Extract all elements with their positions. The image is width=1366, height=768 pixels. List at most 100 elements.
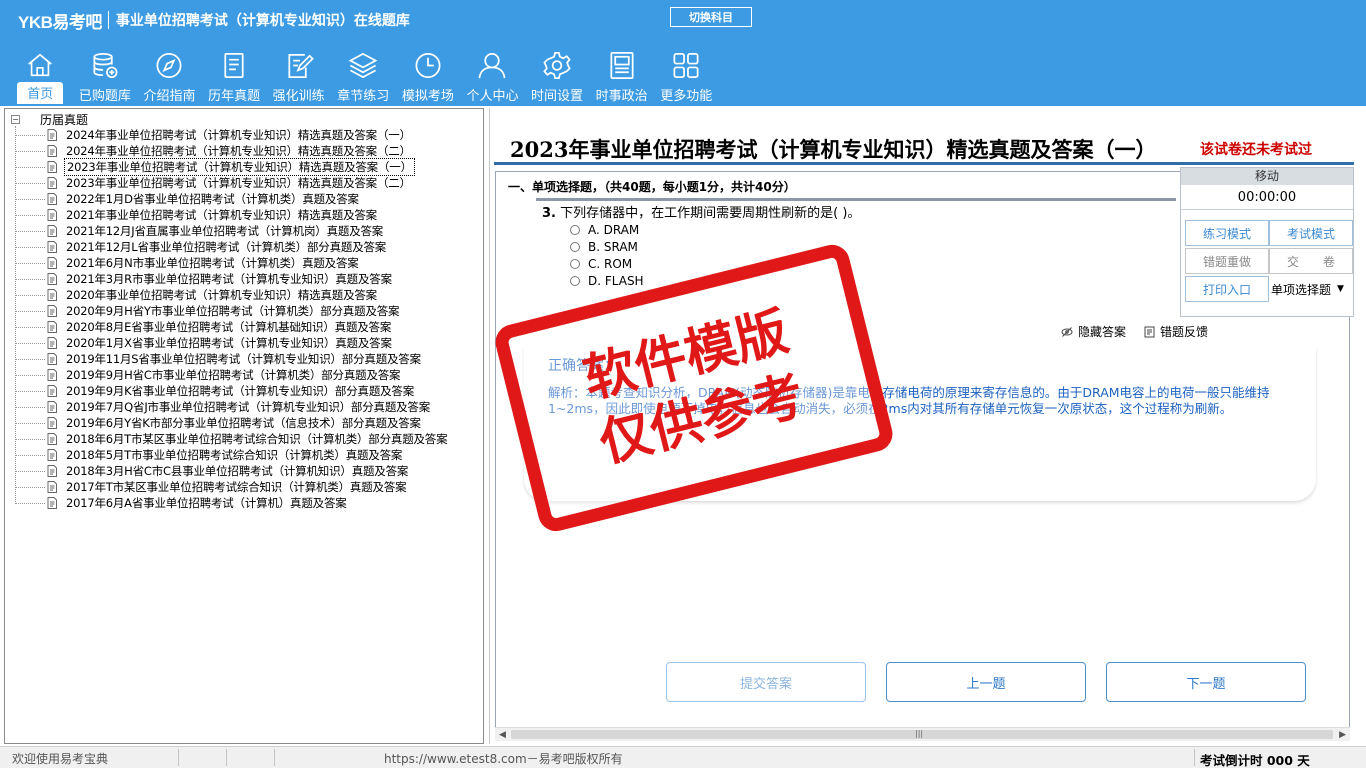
nav-guide[interactable]: 介绍指南 xyxy=(137,48,202,104)
tree-item[interactable]: 2023年事业单位招聘考试（计算机专业知识）精选真题及答案（二） xyxy=(15,175,449,191)
document-icon xyxy=(47,321,57,333)
tree-item[interactable]: 2017年6月A省事业单位招聘考试（计算机）真题及答案 xyxy=(15,495,449,511)
nav-intensive-training[interactable]: 强化训练 xyxy=(266,48,331,104)
tree-item-label: 2022年1月D省事业单位招聘考试（计算机类）真题及答案 xyxy=(66,192,359,206)
document-icon xyxy=(47,273,57,285)
tree-connector xyxy=(15,150,45,152)
horizontal-scrollbar[interactable]: ◀ ||| ▶ xyxy=(495,727,1350,741)
option-a[interactable]: A. DRAM xyxy=(570,223,639,237)
previous-question-button[interactable]: 上一题 xyxy=(886,662,1086,702)
tree-item-label: 2018年3月H省C市C县事业单位招聘考试（计算机知识）真题及答案 xyxy=(66,464,409,478)
tree-item[interactable]: 2021年3月R市事业单位招聘考试（计算机专业知识）真题及答案 xyxy=(15,271,449,287)
edit-icon xyxy=(288,53,314,78)
nav-more-features[interactable]: 更多功能 xyxy=(654,48,719,104)
document-icon xyxy=(47,385,57,397)
tree-item[interactable]: 2018年6月T市某区事业单位招聘考试综合知识（计算机类）部分真题及答案 xyxy=(15,431,449,447)
tree-item-label: 2019年9月K省事业单位招聘考试（计算机专业知识）部分真题及答案 xyxy=(66,384,415,398)
submit-paper-button[interactable]: 交 卷 xyxy=(1269,248,1353,274)
user-icon xyxy=(478,53,506,79)
tree-item[interactable]: 2018年3月H省C市C县事业单位招聘考试（计算机知识）真题及答案 xyxy=(15,463,449,479)
nav-past-exams[interactable]: 历年真题 xyxy=(202,48,267,104)
tree-connector xyxy=(15,454,45,456)
title-underline xyxy=(494,162,1354,165)
collapse-icon[interactable]: − xyxy=(11,114,20,124)
tree-item[interactable]: 2020年1月X省事业单位招聘考试（计算机专业知识）真题及答案 xyxy=(15,335,449,351)
practice-mode-button[interactable]: 练习模式 xyxy=(1185,220,1269,246)
exam-control-widget: 移动 00:00:00 练习模式 考试模式 错题重做 交 卷 打印入口 单项选择… xyxy=(1180,167,1354,317)
tree-item[interactable]: 2020年事业单位招聘考试（计算机专业知识）精选真题及答案 xyxy=(15,287,449,303)
redo-wrong-button[interactable]: 错题重做 xyxy=(1185,248,1269,274)
nav-label: 模拟考场 xyxy=(401,89,454,104)
tree-connector xyxy=(15,470,45,472)
tree-item[interactable]: 2019年9月H省C市事业单位招聘考试（计算机类）部分真题及答案 xyxy=(15,367,449,383)
tree-item[interactable]: 2017年T市某区事业单位招聘考试综合知识（计算机类）真题及答案 xyxy=(15,479,449,495)
tree-item[interactable]: 2024年事业单位招聘考试（计算机专业知识）精选真题及答案（二） xyxy=(15,143,449,159)
nav-label: 时事政治 xyxy=(595,89,648,104)
chevron-down-icon[interactable]: ▼ xyxy=(1337,284,1344,294)
tree-item[interactable]: 2022年1月D省事业单位招聘考试（计算机类）真题及答案 xyxy=(15,191,449,207)
hide-answer-button[interactable]: 隐藏答案 xyxy=(1061,323,1126,340)
tree-item-label: 2018年6月T市某区事业单位招聘考试综合知识（计算机类）部分真题及答案 xyxy=(66,432,448,446)
tree-item[interactable]: 2019年11月S省事业单位招聘考试（计算机专业知识）部分真题及答案 xyxy=(15,351,449,367)
nav-home[interactable]: 首页 xyxy=(8,48,73,104)
radio-button[interactable] xyxy=(570,276,580,286)
nav-mock-exam[interactable]: 模拟考场 xyxy=(396,48,461,104)
tree-item[interactable]: 2020年8月E省事业单位招聘考试（计算机基础知识）真题及答案 xyxy=(15,319,449,335)
tree-connector xyxy=(15,406,45,408)
print-entry-button[interactable]: 打印入口 xyxy=(1185,276,1269,302)
nav-personal-center[interactable]: 个人中心 xyxy=(460,48,525,104)
radio-button[interactable] xyxy=(570,225,580,235)
option-b[interactable]: B. SRAM xyxy=(570,240,638,254)
status-separator xyxy=(226,749,227,766)
document-icon xyxy=(47,209,57,221)
tree-item-label: 2019年6月Y省K市部分事业单位招聘考试（信息技术）部分真题及答案 xyxy=(66,416,421,430)
nav-time-settings[interactable]: 时间设置 xyxy=(525,48,590,104)
status-separator xyxy=(1194,749,1195,766)
nav-current-affairs[interactable]: 时事政治 xyxy=(589,48,654,104)
exam-mode-button[interactable]: 考试模式 xyxy=(1269,220,1353,246)
tree-root-label: 历届真题 xyxy=(40,112,89,127)
question-type-value: 单项选择题 xyxy=(1271,282,1332,297)
tree-item-label: 2020年9月H省Y市事业单位招聘考试（计算机类）部分真题及答案 xyxy=(66,304,400,318)
nav-label: 强化训练 xyxy=(272,89,325,104)
scroll-right-icon[interactable]: ▶ xyxy=(1339,730,1346,740)
tree-item[interactable]: 2024年事业单位招聘考试（计算机专业知识）精选真题及答案（一） xyxy=(15,127,449,143)
tree-item[interactable]: 2023年事业单位招聘考试（计算机专业知识）精选真题及答案（一） xyxy=(15,158,449,176)
document-icon xyxy=(47,289,57,301)
switch-subject-button[interactable]: 切换科目 xyxy=(670,7,752,27)
tree-connector xyxy=(15,326,45,328)
tree-root[interactable]: − 历届真题 xyxy=(11,112,89,127)
tree-connector xyxy=(15,358,45,360)
nav-purchased-banks[interactable]: 已购题库 xyxy=(73,48,138,104)
tree-item[interactable]: 2021年事业单位招聘考试（计算机专业知识）精选真题及答案 xyxy=(15,207,449,223)
radio-button[interactable] xyxy=(570,259,580,269)
feedback-label: 错题反馈 xyxy=(1160,325,1209,339)
document-icon xyxy=(47,401,57,413)
error-feedback-button[interactable]: 错题反馈 xyxy=(1144,323,1208,340)
nav-chapter-practice[interactable]: 章节练习 xyxy=(331,48,396,104)
nav-label: 介绍指南 xyxy=(143,89,196,104)
tree-item[interactable]: 2018年5月T市事业单位招聘考试综合知识（计算机类）真题及答案 xyxy=(15,447,449,463)
tree-item[interactable]: 2021年12月J省直属事业单位招聘考试（计算机岗）真题及答案 xyxy=(15,223,449,239)
widget-drag-handle[interactable]: 移动 xyxy=(1181,168,1353,185)
tree-item[interactable]: 2020年9月H省Y市事业单位招聘考试（计算机类）部分真题及答案 xyxy=(15,303,449,319)
tree-connector xyxy=(15,342,45,344)
document-icon xyxy=(47,177,57,189)
tree-item[interactable]: 2021年6月N市事业单位招聘考试（计算机类）真题及答案 xyxy=(15,255,449,271)
tree-item[interactable]: 2019年9月K省事业单位招聘考试（计算机专业知识）部分真题及答案 xyxy=(15,383,449,399)
nav-label: 个人中心 xyxy=(466,89,519,104)
scroll-left-icon[interactable]: ◀ xyxy=(499,730,506,740)
option-c[interactable]: C. ROM xyxy=(570,257,632,271)
document-icon xyxy=(47,161,57,173)
tree-item[interactable]: 2021年12月L省事业单位招聘考试（计算机类）部分真题及答案 xyxy=(15,239,449,255)
radio-button[interactable] xyxy=(570,242,580,252)
next-question-button[interactable]: 下一题 xyxy=(1106,662,1306,702)
question-type-select[interactable]: 单项选择题 ▼ xyxy=(1269,276,1353,302)
option-d[interactable]: D. FLASH xyxy=(570,274,644,288)
document-icon xyxy=(47,369,57,381)
tree-item[interactable]: 2019年6月Y省K市部分事业单位招聘考试（信息技术）部分真题及答案 xyxy=(15,415,449,431)
tree-item-label: 2021年6月N市事业单位招聘考试（计算机类）真题及答案 xyxy=(66,256,359,270)
submit-answer-button[interactable]: 提交答案 xyxy=(666,662,866,702)
exam-timer: 00:00:00 xyxy=(1181,185,1353,210)
tree-item[interactable]: 2019年7月Q省J市事业单位招聘考试（计算机专业知识）部分真题及答案 xyxy=(15,399,449,415)
